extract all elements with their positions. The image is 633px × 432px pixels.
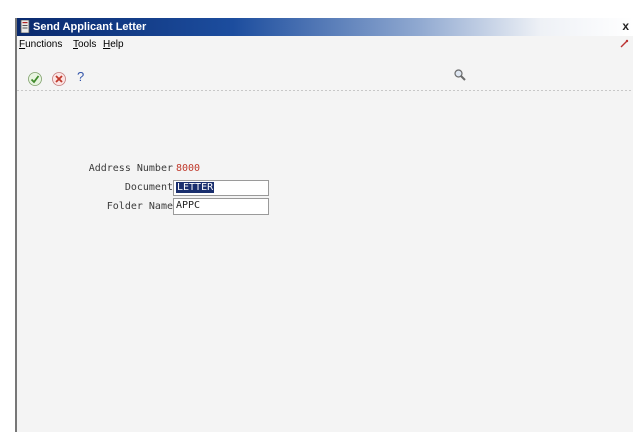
- restore-icon[interactable]: [619, 39, 629, 49]
- menu-functions-rest: unctions: [25, 39, 63, 50]
- check-icon[interactable]: [27, 71, 43, 87]
- menu-help-rest: elp: [110, 39, 124, 50]
- menu-functions[interactable]: Functions: [19, 39, 62, 51]
- close-icon[interactable]: x: [622, 19, 629, 33]
- address-number-value: 8000: [176, 163, 201, 174]
- menu-bar: Functions Tools Help: [17, 36, 633, 54]
- address-number-label: Address Number: [88, 163, 173, 174]
- help-button[interactable]: ?: [77, 69, 84, 84]
- magnifier-icon[interactable]: [452, 67, 468, 83]
- app-icon: [20, 20, 30, 33]
- window-title: Send Applicant Letter: [33, 21, 147, 33]
- send-applicant-letter-window: Send Applicant Letter x Functions Tools …: [15, 18, 633, 432]
- folder-name-value: APPC: [176, 200, 201, 211]
- menu-tools-rest: ools: [78, 39, 97, 50]
- document-label: Document: [124, 182, 173, 193]
- menu-help[interactable]: Help: [103, 39, 124, 51]
- document-field[interactable]: LETTER: [173, 180, 269, 196]
- cancel-icon[interactable]: [51, 71, 67, 87]
- folder-name-label: Folder Name: [106, 201, 173, 212]
- document-value: LETTER: [176, 182, 215, 193]
- form-area: Address Number 8000 Document LETTER Fold…: [17, 91, 633, 432]
- menu-tools[interactable]: Tools: [73, 39, 96, 51]
- toolbar: ?: [17, 54, 633, 90]
- folder-name-field[interactable]: APPC: [173, 198, 269, 215]
- title-bar[interactable]: Send Applicant Letter x: [17, 18, 633, 36]
